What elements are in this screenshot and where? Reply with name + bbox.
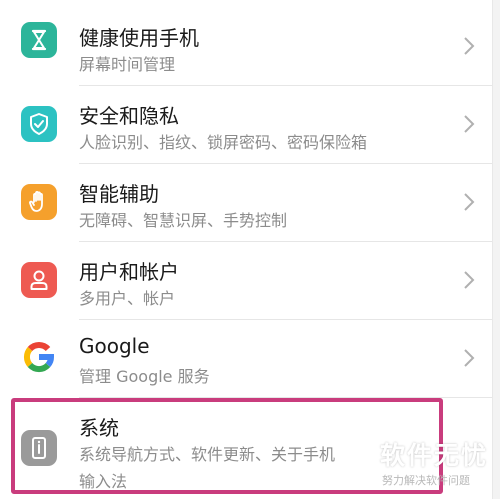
- settings-item-title: 用户和帐户: [79, 260, 179, 284]
- phone-info-icon: [21, 430, 57, 466]
- settings-item-smart-assist[interactable]: 智能辅助 无障碍、智慧识屏、手势控制: [0, 164, 492, 242]
- settings-item-title: Google: [79, 334, 150, 358]
- settings-item-digital-balance[interactable]: 健康使用手机 屏幕时间管理: [0, 0, 492, 78]
- settings-item-title: 智能辅助: [79, 182, 159, 206]
- settings-item-subtitle: 管理 Google 服务: [79, 367, 210, 386]
- watermark-subtitle: 努力解决软件问题: [382, 474, 470, 487]
- settings-item-security-privacy[interactable]: 安全和隐私 人脸识别、指纹、锁屏密码、密码保险箱: [0, 86, 492, 164]
- chevron-right-icon: [464, 193, 475, 211]
- chevron-right-icon: [464, 37, 475, 55]
- settings-item-subtitle: 无障碍、智慧识屏、手势控制: [79, 211, 288, 230]
- settings-item-title: 健康使用手机: [79, 26, 199, 50]
- settings-item-subtitle: 屏幕时间管理: [79, 55, 176, 74]
- google-icon: [20, 338, 58, 376]
- settings-item-subtitle: 多用户、帐户: [79, 289, 176, 308]
- settings-item-subtitle: 系统导航方式、软件更新、关于手机: [79, 445, 336, 464]
- watermark-title: 软件无忧: [380, 441, 489, 470]
- settings-item-title: 系统: [79, 416, 119, 440]
- settings-item-subtitle: 人脸识别、指纹、锁屏密码、密码保险箱: [79, 133, 368, 152]
- settings-item-title: 安全和隐私: [79, 104, 179, 128]
- settings-item-subtitle-line2: 输入法: [79, 472, 128, 491]
- hourglass-icon: [21, 22, 57, 58]
- hand-icon: [21, 184, 57, 220]
- user-icon: [21, 262, 57, 298]
- settings-item-google[interactable]: Google 管理 Google 服务: [0, 320, 492, 398]
- settings-list: 健康使用手机 屏幕时间管理 安全和隐私 人脸识别、指纹、锁屏密码、密码保险箱 智…: [0, 0, 493, 499]
- chevron-right-icon: [464, 271, 475, 289]
- settings-item-users-accounts[interactable]: 用户和帐户 多用户、帐户: [0, 242, 492, 320]
- chevron-right-icon: [464, 115, 475, 133]
- shield-check-icon: [21, 106, 57, 142]
- chevron-right-icon: [464, 349, 475, 367]
